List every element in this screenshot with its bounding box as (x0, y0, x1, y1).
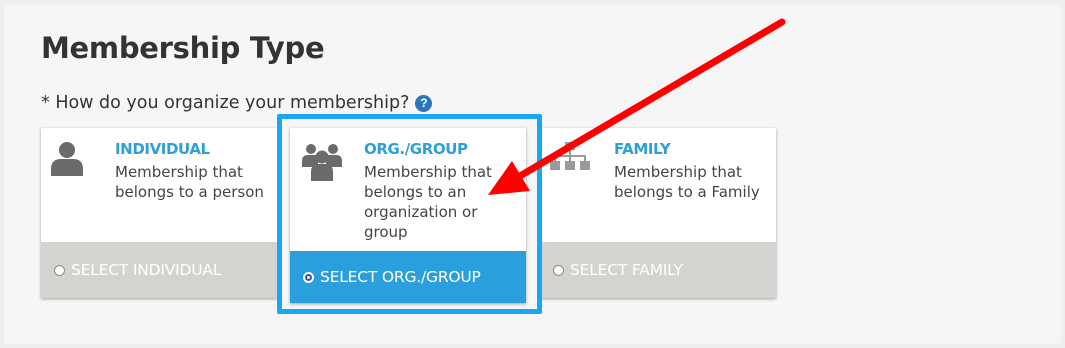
select-label: SELECT FAMILY (570, 261, 683, 279)
option-card-family[interactable]: FAMILY Membership that belongs to a Fami… (540, 128, 776, 298)
option-title: FAMILY (614, 140, 671, 158)
radio-individual[interactable] (54, 264, 65, 276)
page-title: Membership Type (41, 31, 325, 65)
option-description: Membership that belongs to a person (115, 163, 264, 201)
select-label: SELECT INDIVIDUAL (71, 261, 222, 279)
select-family-button[interactable]: SELECT FAMILY (540, 242, 776, 298)
option-description: Membership that belongs to a Family (614, 163, 760, 201)
radio-family[interactable] (553, 264, 564, 276)
question-label: * How do you organize your membership? (41, 93, 410, 113)
group-icon (302, 144, 342, 181)
family-tree-icon (550, 142, 590, 170)
select-org-group-button[interactable]: SELECT ORG./GROUP (290, 251, 526, 303)
person-icon (51, 142, 83, 176)
select-label: SELECT ORG./GROUP (320, 268, 481, 286)
option-card-individual[interactable]: INDIVIDUAL Membership that belongs to a … (41, 128, 277, 298)
option-description: Membership that belongs to an organizati… (364, 163, 492, 241)
select-individual-button[interactable]: SELECT INDIVIDUAL (41, 242, 277, 298)
option-title: INDIVIDUAL (115, 140, 210, 158)
radio-org-group[interactable] (303, 271, 314, 283)
option-title: ORG./GROUP (364, 140, 468, 158)
option-card-org-group[interactable]: ORG./GROUP Membership that belongs to an… (290, 128, 526, 303)
membership-question: * How do you organize your membership? ? (41, 93, 433, 113)
help-icon[interactable]: ? (415, 94, 433, 112)
